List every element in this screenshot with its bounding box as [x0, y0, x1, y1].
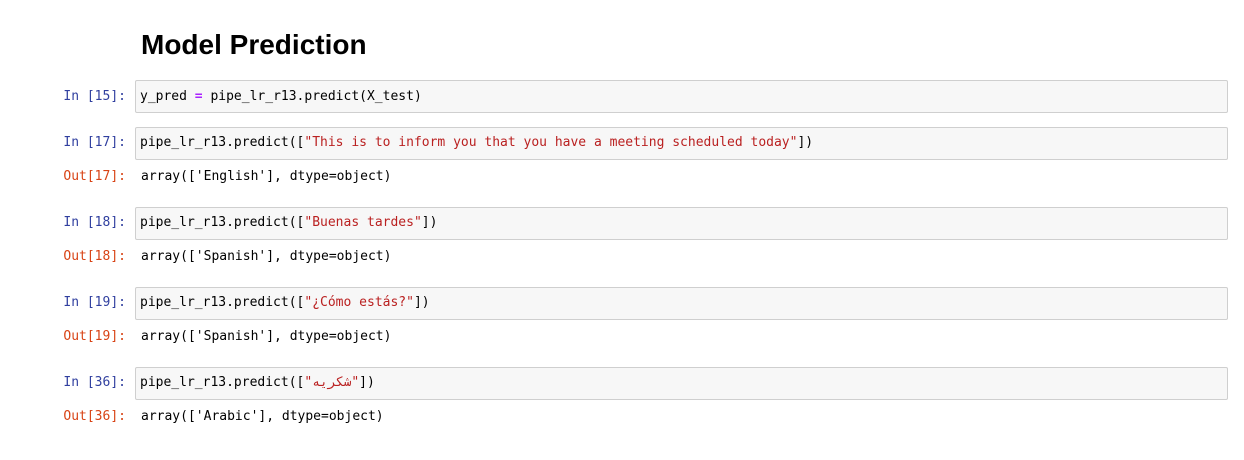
- cell-36-output: array(['Arabic'], dtype=object): [141, 409, 384, 424]
- in-prompt-19: In [19]:: [63, 295, 126, 310]
- code-string: "شكريه": [304, 375, 360, 390]
- out-prompt-17: Out[17]:: [63, 169, 126, 184]
- code-text: pipe_lr_r13.predict([: [140, 135, 305, 150]
- code-cell-19-code[interactable]: pipe_lr_r13.predict(["¿Cómo estás?"]): [140, 294, 430, 312]
- code-text: ]): [359, 375, 375, 390]
- cell-19-output: array(['Spanish'], dtype=object): [141, 329, 392, 344]
- code-text: pipe_lr_r13.predict(X_test): [202, 89, 422, 104]
- code-text: pipe_lr_r13.predict([: [140, 375, 305, 390]
- code-text: y_pred: [140, 89, 195, 104]
- in-prompt-36: In [36]:: [63, 375, 126, 390]
- notebook-heading: Model Prediction: [141, 29, 367, 60]
- code-cell-18-code[interactable]: pipe_lr_r13.predict(["Buenas tardes"]): [140, 214, 437, 232]
- cell-17-output: array(['English'], dtype=object): [141, 169, 392, 184]
- out-prompt-18: Out[18]:: [63, 249, 126, 264]
- code-text: ]): [421, 215, 438, 230]
- code-cell-36-code[interactable]: pipe_lr_r13.predict(["شكريه"]): [140, 374, 375, 392]
- code-string: "Buenas tardes": [304, 215, 422, 230]
- out-prompt-36: Out[36]:: [63, 409, 126, 424]
- code-text: pipe_lr_r13.predict([: [140, 295, 305, 310]
- out-prompt-19: Out[19]:: [63, 329, 126, 344]
- code-text: pipe_lr_r13.predict([: [140, 215, 305, 230]
- code-cell-15-code[interactable]: y_pred = pipe_lr_r13.predict(X_test): [140, 88, 422, 106]
- code-text: ]): [797, 135, 814, 150]
- cell-18-output: array(['Spanish'], dtype=object): [141, 249, 392, 264]
- code-text: ]): [413, 295, 430, 310]
- code-string: "¿Cómo estás?": [304, 295, 414, 310]
- in-prompt-18: In [18]:: [63, 215, 126, 230]
- in-prompt-15: In [15]:: [63, 89, 126, 104]
- code-string: "This is to inform you that you have a m…: [304, 135, 798, 150]
- code-cell-17-code[interactable]: pipe_lr_r13.predict(["This is to inform …: [140, 134, 813, 152]
- in-prompt-17: In [17]:: [63, 135, 126, 150]
- code-operator: =: [194, 89, 203, 104]
